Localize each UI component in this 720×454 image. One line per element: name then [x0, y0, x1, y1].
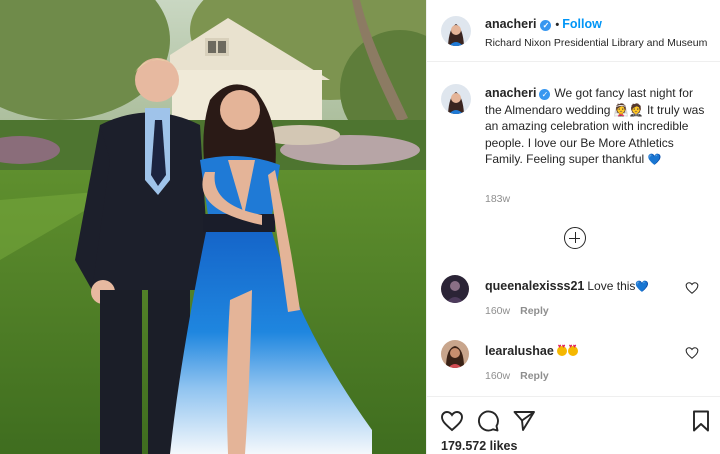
- wedding-couple-photo: [0, 0, 426, 454]
- header-author-line: anacheri ✓ • Follow: [485, 17, 602, 31]
- comment-icon[interactable]: [476, 409, 500, 433]
- likes-count[interactable]: 179.572 likes: [441, 439, 517, 453]
- comment-body: Love this: [587, 279, 636, 293]
- post-location[interactable]: Richard Nixon Presidential Library and M…: [485, 37, 707, 49]
- load-more-comments-icon[interactable]: [564, 227, 586, 249]
- comment-item: learalushae😍😍 160w Reply: [427, 340, 720, 400]
- comment-text: learalushae😍😍: [485, 344, 579, 358]
- comment-username[interactable]: queenalexisss21: [485, 279, 584, 293]
- caption-blue-heart-emoji: 💙: [647, 154, 662, 166]
- separator-dot: •: [555, 19, 560, 31]
- caption-verified-badge-icon: ✓: [539, 89, 551, 100]
- comment-meta: 160w Reply: [485, 370, 549, 382]
- caption-username[interactable]: anacheri: [485, 86, 536, 100]
- reply-button[interactable]: Reply: [520, 305, 549, 317]
- post-header: anacheri ✓ • Follow Richard Nixon President…: [427, 0, 720, 62]
- commenter-avatar[interactable]: [441, 340, 469, 368]
- post-actions-bar: 179.572 likes: [427, 396, 720, 454]
- share-icon[interactable]: [512, 409, 536, 433]
- comment-timestamp[interactable]: 160w: [485, 370, 510, 382]
- comment-timestamp[interactable]: 160w: [485, 305, 510, 317]
- reply-button[interactable]: Reply: [520, 370, 549, 382]
- comment-text: queenalexisss21 Love this💙: [485, 279, 649, 293]
- comment-item: queenalexisss21 Love this💙 160w Reply: [427, 275, 720, 335]
- post-photo[interactable]: [0, 0, 426, 454]
- like-comment-heart-icon[interactable]: [685, 281, 699, 295]
- caption-timestamp[interactable]: 183w: [485, 193, 510, 205]
- comment-username[interactable]: learalushae: [485, 344, 554, 358]
- heart-eyes-emoji-icon: [556, 344, 567, 356]
- post-details-panel: anacheri ✓ • Follow Richard Nixon President…: [426, 0, 720, 454]
- author-avatar[interactable]: [441, 16, 471, 46]
- author-username[interactable]: anacheri: [485, 17, 536, 31]
- like-comment-heart-icon[interactable]: [685, 346, 699, 360]
- caption-text-block: anacheri ✓ We got fancy last night for the…: [485, 85, 710, 169]
- caption-author-avatar[interactable]: [441, 84, 471, 114]
- heart-eyes-emoji-icon: [567, 344, 578, 356]
- bookmark-icon[interactable]: [689, 409, 713, 433]
- commenter-avatar[interactable]: [441, 275, 469, 303]
- verified-badge-icon: ✓: [540, 20, 552, 31]
- follow-button[interactable]: Follow: [562, 17, 602, 31]
- comment-meta: 160w Reply: [485, 305, 549, 317]
- comment-blue-heart-emoji: 💙: [635, 281, 650, 293]
- heart-icon[interactable]: [440, 409, 464, 433]
